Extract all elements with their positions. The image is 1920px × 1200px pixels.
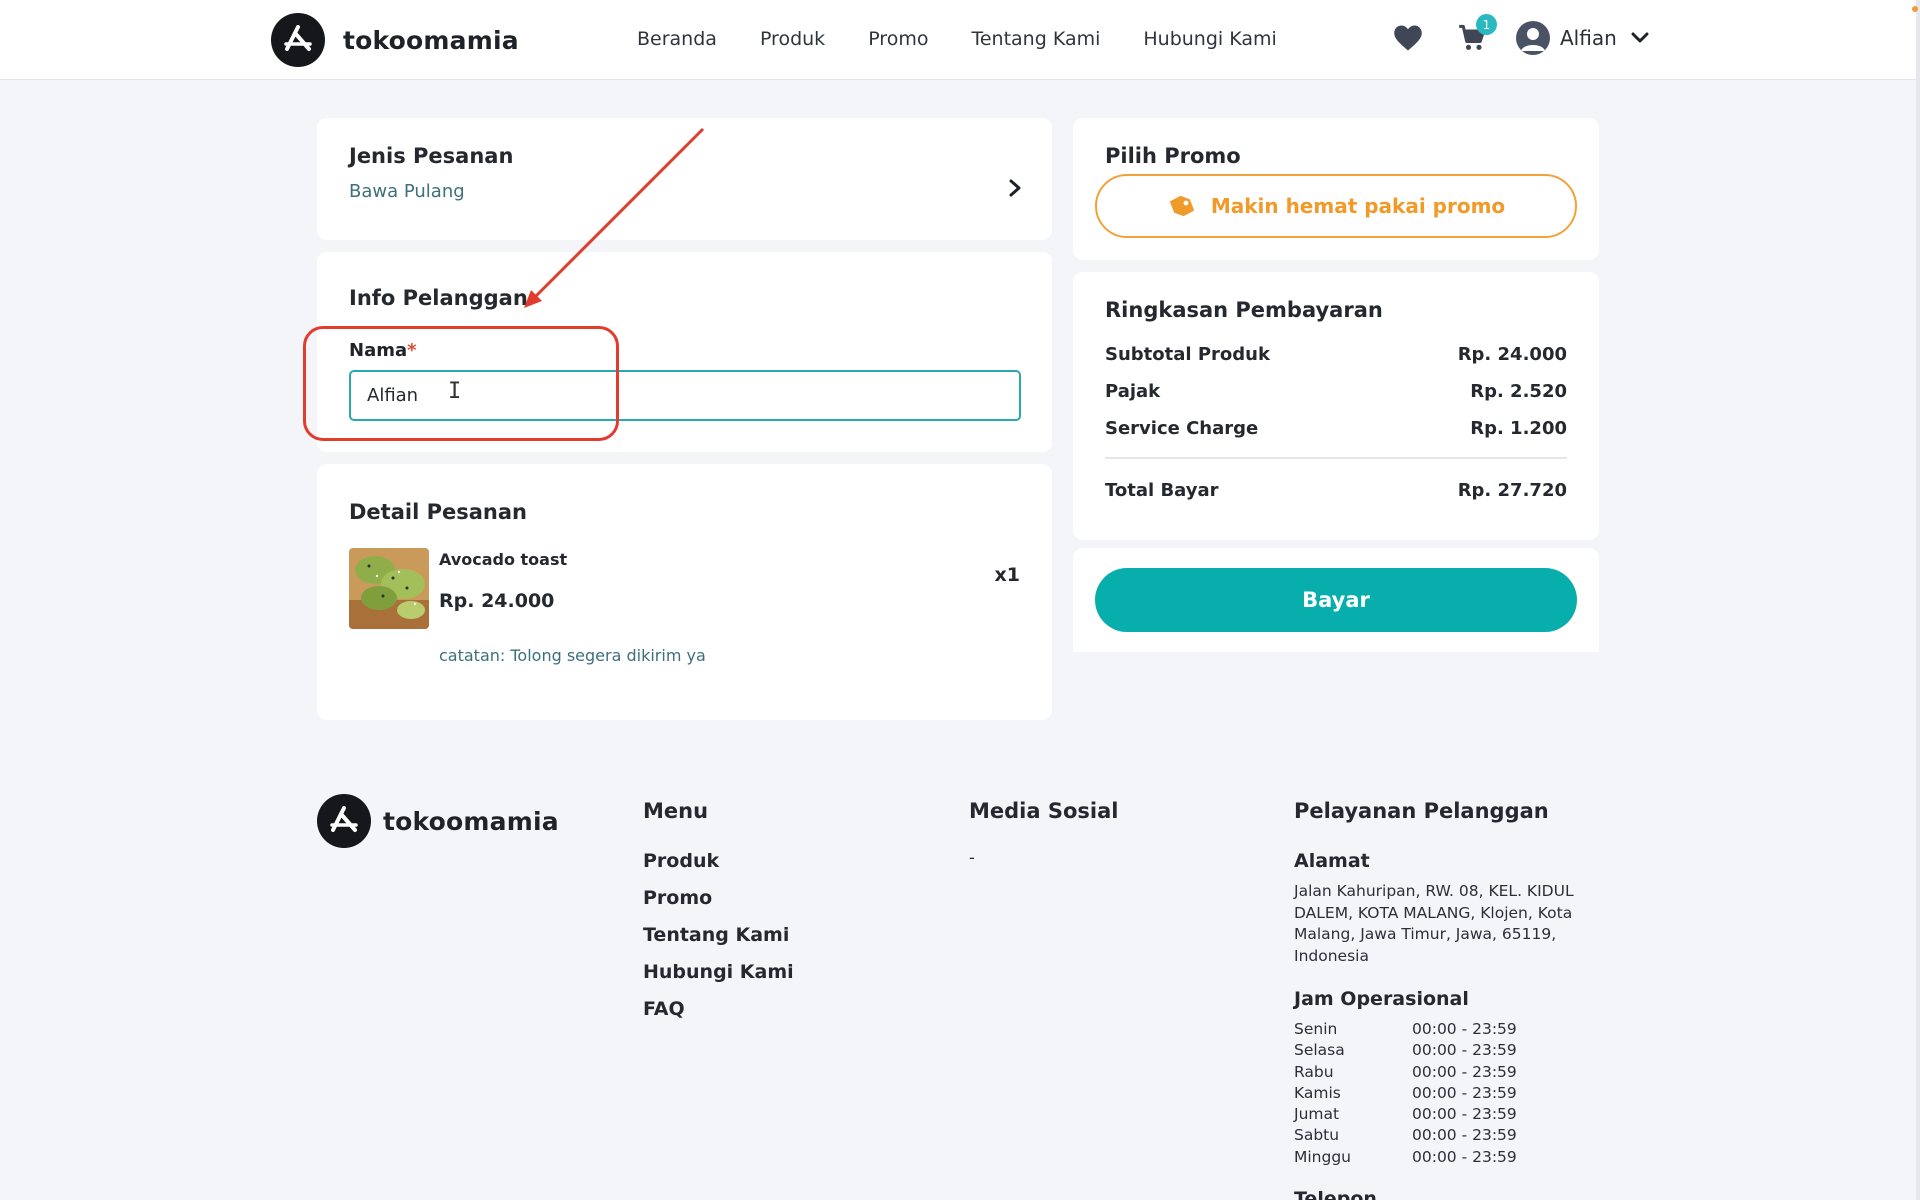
footer-address: Jalan Kahuripan, RW. 08, KEL. KIDUL DALE… — [1294, 882, 1574, 965]
total-label: Total Bayar — [1105, 480, 1219, 501]
cart-button[interactable]: 1 — [1456, 14, 1497, 58]
summary-row-tax: Pajak Rp. 2.520 — [1105, 381, 1567, 402]
heart-icon — [1394, 25, 1422, 51]
promo-card: Pilih Promo Makin hemat pakai promo — [1073, 118, 1599, 260]
hours-time: 00:00 - 23:59 — [1412, 1020, 1517, 1038]
hours-time: 00:00 - 23:59 — [1412, 1083, 1517, 1102]
hours-row: Rabu 00:00 - 23:59 — [1294, 1062, 1517, 1083]
logo-icon — [271, 13, 325, 67]
user-avatar-icon — [1516, 21, 1550, 55]
total-value: Rp. 27.720 — [1457, 480, 1567, 501]
product-name: Avocado toast — [439, 550, 568, 569]
payment-summary-card: Ringkasan Pembayaran Subtotal Produk Rp.… — [1073, 272, 1599, 540]
summary-divider — [1105, 457, 1567, 459]
footer-link-produk[interactable]: Produk — [643, 850, 794, 872]
hours-day: Minggu — [1294, 1147, 1352, 1166]
hours-day: Senin — [1294, 1020, 1338, 1038]
hours-row: Jumat 00:00 - 23:59 — [1294, 1104, 1517, 1125]
summary-value: Rp. 2.520 — [1470, 381, 1567, 402]
summary-row-total: Total Bayar Rp. 27.720 — [1105, 480, 1567, 501]
hours-day: Jumat — [1294, 1105, 1340, 1124]
summary-label: Subtotal Produk — [1105, 344, 1270, 365]
footer-link-hubungi-kami[interactable]: Hubungi Kami — [643, 961, 794, 983]
name-label-text: Nama — [349, 340, 408, 361]
customer-info-title: Info Pelanggan — [349, 286, 528, 310]
footer-brand-logo[interactable]: tokoomamia — [317, 794, 559, 848]
summary-row-service-charge: Service Charge Rp. 1.200 — [1105, 418, 1567, 439]
cart-count-badge: 1 — [1476, 14, 1497, 35]
footer-menu-title: Menu — [643, 799, 709, 823]
hours-row: Sabtu 00:00 - 23:59 — [1294, 1125, 1517, 1146]
hours-time: 00:00 - 23:59 — [1412, 1126, 1517, 1145]
brand-name: tokoomamia — [343, 25, 519, 55]
hours-row: Senin 00:00 - 23:59 — [1294, 1019, 1517, 1040]
hours-day: Rabu — [1294, 1062, 1334, 1081]
hours-row: Minggu 00:00 - 23:59 — [1294, 1147, 1517, 1168]
order-detail-card: Detail Pesanan Avocado toast Rp. 24.000 … — [317, 464, 1052, 720]
summary-label: Service Charge — [1105, 418, 1259, 439]
main-nav: Beranda Produk Promo Tentang Kami Hubung… — [637, 28, 1277, 50]
product-image — [349, 548, 429, 629]
hours-row: Selasa 00:00 - 23:59 — [1294, 1040, 1517, 1061]
hours-day: Kamis — [1294, 1083, 1341, 1102]
logo-icon — [317, 794, 371, 848]
hours-day: Sabtu — [1294, 1126, 1340, 1145]
customer-info-card: Info Pelanggan Nama* — [317, 252, 1052, 452]
nav-item-produk[interactable]: Produk — [760, 28, 825, 50]
hours-time: 00:00 - 23:59 — [1412, 1041, 1517, 1060]
hours-time: 00:00 - 23:59 — [1412, 1062, 1517, 1081]
promo-title: Pilih Promo — [1105, 144, 1241, 168]
footer-brand-name: tokoomamia — [383, 806, 559, 836]
opening-hours-table: Senin 00:00 - 23:59 Selasa 00:00 - 23:59 R… — [1294, 1019, 1517, 1168]
footer-phone-title: Telepon — [1294, 1188, 1377, 1200]
hours-time: 00:00 - 23:59 — [1412, 1147, 1517, 1166]
chevron-right-icon[interactable] — [1008, 178, 1022, 198]
tag-icon — [1169, 195, 1195, 217]
summary-value: Rp. 1.200 — [1470, 418, 1567, 439]
footer-social-value: - — [969, 848, 975, 867]
scrollbar[interactable] — [1916, 0, 1920, 1200]
footer-link-faq[interactable]: FAQ — [643, 998, 794, 1020]
promo-button-label: Makin hemat pakai promo — [1210, 194, 1506, 218]
brand-logo[interactable]: tokoomamia — [271, 13, 519, 67]
nav-item-beranda[interactable]: Beranda — [637, 28, 717, 50]
top-header: tokoomamia Beranda Produk Promo Tentang … — [0, 0, 1920, 80]
footer-menu: Produk Promo Tentang Kami Hubungi Kami F… — [643, 850, 794, 1020]
footer-social-title: Media Sosial — [969, 799, 1119, 823]
required-mark: * — [407, 340, 417, 361]
order-type-card[interactable]: Jenis Pesanan Bawa Pulang — [317, 118, 1052, 240]
summary-row-subtotal: Subtotal Produk Rp. 24.000 — [1105, 344, 1567, 365]
pay-button[interactable]: Bayar — [1095, 568, 1577, 632]
hours-day: Selasa — [1294, 1041, 1345, 1060]
footer-hours-title: Jam Operasional — [1294, 988, 1469, 1010]
chevron-down-icon — [1631, 32, 1649, 43]
footer-address-title: Alamat — [1294, 850, 1370, 872]
product-quantity: x1 — [994, 564, 1020, 586]
footer-service-title: Pelayanan Pelanggan — [1294, 799, 1549, 823]
payment-summary-title: Ringkasan Pembayaran — [1105, 298, 1383, 322]
footer-link-tentang-kami[interactable]: Tentang Kami — [643, 924, 794, 946]
user-menu[interactable]: Alfian — [1516, 21, 1649, 55]
product-note: catatan: Tolong segera dikirim ya — [439, 646, 706, 665]
nav-item-hubungi-kami[interactable]: Hubungi Kami — [1143, 28, 1276, 50]
hours-row: Kamis 00:00 - 23:59 — [1294, 1083, 1517, 1104]
nav-item-promo[interactable]: Promo — [868, 28, 928, 50]
order-type-value: Bawa Pulang — [349, 181, 465, 202]
order-detail-title: Detail Pesanan — [349, 500, 527, 524]
header-actions: 1 Alfian — [1392, 14, 1649, 58]
wishlist-button[interactable] — [1392, 18, 1424, 58]
summary-label: Pajak — [1105, 381, 1161, 402]
notification-dot — [1912, 6, 1918, 12]
nav-item-tentang-kami[interactable]: Tentang Kami — [971, 28, 1100, 50]
hours-time: 00:00 - 23:59 — [1412, 1105, 1517, 1124]
promo-button[interactable]: Makin hemat pakai promo — [1095, 174, 1577, 238]
user-name: Alfian — [1560, 26, 1617, 50]
name-field-label: Nama* — [349, 340, 417, 361]
product-price: Rp. 24.000 — [439, 590, 555, 612]
footer-link-promo[interactable]: Promo — [643, 887, 794, 909]
name-input[interactable] — [349, 370, 1021, 421]
summary-value: Rp. 24.000 — [1457, 344, 1567, 365]
order-type-title: Jenis Pesanan — [349, 144, 514, 168]
